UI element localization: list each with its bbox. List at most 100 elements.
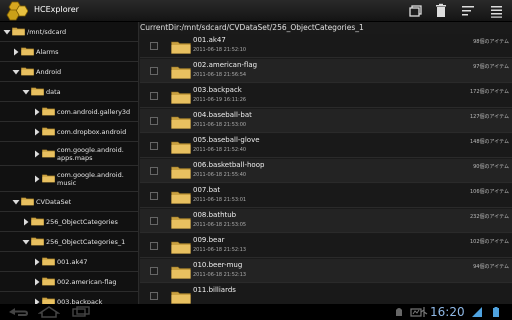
tree-item[interactable]: com.google.android. apps.maps — [0, 142, 138, 166]
trash-icon[interactable] — [430, 2, 452, 20]
tree-item-label: com.android.gallery3d — [57, 108, 131, 116]
tree-item[interactable]: CVDataSet — [0, 192, 138, 212]
file-row[interactable]: 002.american-flag 2011-06-18 21:56:54 97個の… — [140, 59, 512, 83]
expand-right-icon[interactable] — [33, 128, 41, 136]
folder-icon — [171, 41, 191, 54]
folder-icon — [12, 27, 25, 36]
folder-icon — [171, 166, 191, 179]
file-item-count: 232個のアイテム — [469, 214, 509, 220]
tree-item-label: com.google.android. apps.maps — [57, 146, 124, 162]
expand-right-icon[interactable] — [22, 218, 30, 226]
row-checkbox[interactable] — [150, 42, 158, 50]
row-checkbox[interactable] — [150, 267, 158, 275]
tree-item[interactable]: com.dropbox.android — [0, 122, 138, 142]
tree-item[interactable]: 001.ak47 — [0, 252, 138, 272]
file-date: 2011-06-18 21:53:01 — [193, 197, 247, 203]
expand-right-icon[interactable] — [33, 278, 41, 286]
folder-icon — [171, 66, 191, 79]
folder-icon — [31, 87, 44, 96]
file-item-count: 102個のアイテム — [469, 239, 509, 245]
android-debug-icon — [396, 308, 402, 316]
row-checkbox[interactable] — [150, 67, 158, 75]
file-row[interactable]: 006.basketball-hoop 2011-06-18 21:55:40 90… — [140, 159, 512, 183]
row-checkbox[interactable] — [150, 167, 158, 175]
file-row[interactable]: 003.backpack 2011-06-19 16:11:26 172個のアイテム — [140, 84, 512, 108]
file-name: 005.baseball-glove — [193, 136, 260, 144]
tree-item[interactable]: /mnt/sdcard — [0, 22, 138, 42]
expand-down-icon[interactable] — [3, 28, 11, 36]
tree-item[interactable]: 256_ObjectCategories — [0, 212, 138, 232]
folder-icon — [171, 241, 191, 254]
file-row[interactable]: 010.beer-mug 2011-06-18 21:52:13 94個のアイテム — [140, 259, 512, 283]
row-checkbox[interactable] — [150, 142, 158, 150]
folder-icon — [171, 191, 191, 204]
tree-item[interactable]: com.google.android. music — [0, 166, 138, 192]
file-name: 007.bat — [193, 186, 221, 194]
file-row[interactable]: 005.baseball-glove 2011-06-18 21:52:40 148… — [140, 134, 512, 158]
expand-right-icon[interactable] — [33, 150, 41, 158]
folder-icon — [171, 116, 191, 129]
expand-right-icon[interactable] — [33, 175, 41, 183]
row-checkbox[interactable] — [150, 192, 158, 200]
file-item-count: 148個のアイテム — [469, 139, 509, 145]
home-icon[interactable] — [38, 306, 60, 318]
file-date: 2011-06-18 21:55:40 — [193, 172, 247, 178]
tree-item[interactable]: 003.backpack — [0, 292, 138, 304]
file-row[interactable]: 007.bat 2011-06-18 21:53:01 106個のアイテム — [140, 184, 512, 208]
status-clock: 16:20 — [430, 305, 465, 319]
battery-icon — [493, 307, 499, 317]
recent-apps-icon[interactable] — [70, 306, 92, 318]
file-item-count: 90個のアイテム — [473, 164, 509, 170]
file-row[interactable]: 011.billiards — [140, 284, 512, 304]
file-name: 004.baseball-bat — [193, 111, 252, 119]
window-icon[interactable] — [405, 2, 427, 20]
file-name: 008.bathtub — [193, 211, 237, 219]
row-checkbox[interactable] — [150, 92, 158, 100]
back-icon[interactable] — [6, 306, 30, 318]
expand-right-icon[interactable] — [12, 48, 20, 56]
tree-item[interactable]: data — [0, 82, 138, 102]
expand-right-icon[interactable] — [33, 258, 41, 266]
expand-down-icon[interactable] — [22, 88, 30, 96]
file-name: 009.bear — [193, 236, 225, 244]
file-date: 2011-06-18 21:56:54 — [193, 72, 247, 78]
row-checkbox[interactable] — [150, 117, 158, 125]
folder-icon — [42, 257, 55, 266]
tree-item[interactable]: com.android.gallery3d — [0, 102, 138, 122]
current-dir-path: CurrentDir:/mnt/sdcard/CVDataSet/256_Obj… — [140, 23, 364, 32]
row-checkbox[interactable] — [150, 292, 158, 300]
file-date: 2011-06-18 21:52:13 — [193, 272, 247, 278]
file-row[interactable]: 004.baseball-bat 2011-06-18 21:53:00 127個の… — [140, 109, 512, 133]
file-name: 006.basketball-hoop — [193, 161, 265, 169]
folder-icon — [42, 149, 55, 158]
file-date: 2011-06-19 16:11:26 — [193, 97, 247, 103]
expand-down-icon[interactable] — [12, 68, 20, 76]
tree-item[interactable]: 256_ObjectCategories_1 — [0, 232, 138, 252]
tree-item-label: /mnt/sdcard — [27, 28, 67, 36]
action-bar: HCExplorer — [0, 0, 512, 22]
sort-icon[interactable] — [457, 2, 479, 20]
tree-item-label: 002.american-flag — [57, 278, 117, 286]
expand-right-icon[interactable] — [33, 108, 41, 116]
file-row[interactable]: 001.ak47 2011-06-18 21:52:10 98個のアイテム — [140, 34, 512, 58]
file-name: 010.beer-mug — [193, 261, 243, 269]
tree-item-label: 256_ObjectCategories_1 — [46, 238, 126, 246]
folder-icon — [171, 266, 191, 279]
file-row[interactable]: 009.bear 2011-06-18 21:52:13 102個のアイテム — [140, 234, 512, 258]
tree-item[interactable]: Alarms — [0, 42, 138, 62]
expand-down-icon[interactable] — [12, 198, 20, 206]
file-name: 011.billiards — [193, 286, 236, 294]
menu-icon[interactable] — [486, 2, 508, 20]
folder-icon — [21, 197, 34, 206]
wifi-icon — [472, 307, 482, 317]
app-logo-icon[interactable] — [6, 1, 28, 21]
file-row[interactable]: 008.bathtub 2011-06-18 21:53:05 232個のアイテム — [140, 209, 512, 233]
file-date: 2011-06-18 21:52:40 — [193, 147, 247, 153]
expand-down-icon[interactable] — [22, 238, 30, 246]
row-checkbox[interactable] — [150, 242, 158, 250]
tree-item[interactable]: 002.american-flag — [0, 272, 138, 292]
tree-item[interactable]: Android — [0, 62, 138, 82]
file-item-count: 172個のアイテム — [469, 89, 509, 95]
usb-icon — [420, 307, 428, 317]
row-checkbox[interactable] — [150, 217, 158, 225]
